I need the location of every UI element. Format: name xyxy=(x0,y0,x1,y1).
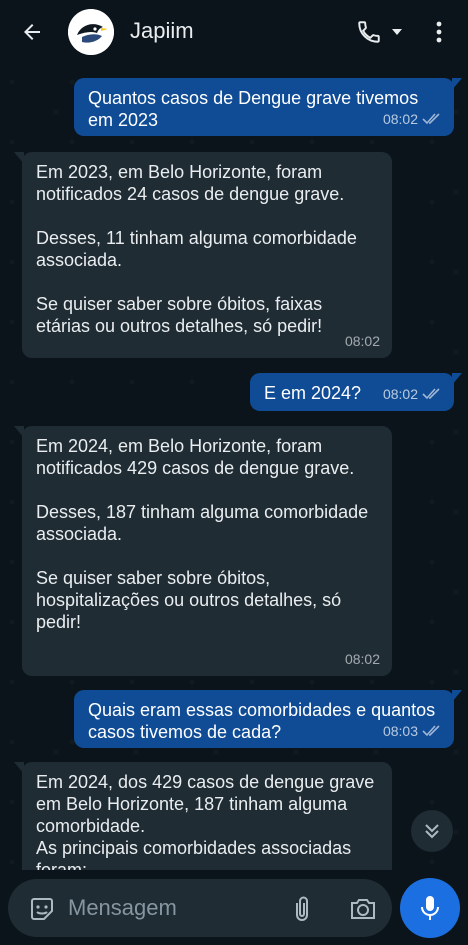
double-chevron-down-icon xyxy=(425,824,439,839)
contact-avatar[interactable] xyxy=(68,9,114,55)
message-text: Em 2023, em Belo Horizonte, foram notifi… xyxy=(36,162,357,336)
message-meta: 08:03 xyxy=(383,720,442,742)
microphone-icon xyxy=(421,896,439,920)
message-outgoing[interactable]: E em 2024? 08:02 xyxy=(250,373,462,411)
arrow-left-icon xyxy=(24,24,40,40)
message-text: Em 2024, dos 429 casos de dengue grave e… xyxy=(36,772,375,870)
sticker-icon[interactable] xyxy=(28,895,56,923)
message-time: 08:02 xyxy=(344,651,380,667)
message-time: 08:02 xyxy=(382,111,418,127)
message-incoming[interactable]: Em 2024, em Belo Horizonte, foram notifi… xyxy=(14,426,392,676)
more-options-button[interactable] xyxy=(426,14,452,50)
contact-name[interactable]: Japiim xyxy=(130,18,194,44)
message-text: Em 2024, em Belo Horizonte, foram notifi… xyxy=(36,436,369,632)
message-outgoing[interactable]: Quais eram essas comorbidades e quantos … xyxy=(74,690,462,748)
bubble-tail xyxy=(14,426,24,438)
double-check-icon xyxy=(422,113,440,125)
double-check-icon xyxy=(422,725,440,737)
message-meta: 08:02 xyxy=(345,648,380,670)
back-button[interactable] xyxy=(16,16,48,48)
message-list[interactable]: Quantos casos de Dengue grave tivemos em… xyxy=(0,64,468,870)
scroll-to-bottom-button[interactable] xyxy=(411,810,453,852)
phone-icon xyxy=(358,21,380,43)
message-input[interactable] xyxy=(68,893,268,923)
bubble-tail xyxy=(14,762,24,774)
message-meta: 08:02 xyxy=(345,330,380,352)
message-time: 08:02 xyxy=(344,333,380,349)
voice-call-button[interactable] xyxy=(356,16,412,48)
message-composer xyxy=(8,879,392,937)
message-incoming[interactable]: Em 2023, em Belo Horizonte, foram notifi… xyxy=(14,152,392,358)
chat-header: Japiim xyxy=(0,0,468,64)
bubble-tail xyxy=(452,373,462,385)
bubble-tail xyxy=(452,78,462,90)
bubble-tail xyxy=(14,152,24,164)
message-incoming[interactable]: Em 2024, dos 429 casos de dengue grave e… xyxy=(14,762,392,870)
camera-icon[interactable] xyxy=(348,894,378,924)
caret-down-icon xyxy=(392,29,402,35)
bubble-tail xyxy=(452,690,462,702)
message-time: 08:02 xyxy=(382,386,418,402)
voice-message-button[interactable] xyxy=(400,878,460,938)
double-check-icon xyxy=(422,388,440,400)
bird-avatar-icon xyxy=(68,9,114,55)
message-time: 08:03 xyxy=(382,723,418,739)
message-outgoing[interactable]: Quantos casos de Dengue grave tivemos em… xyxy=(74,78,462,136)
message-meta: 08:02 xyxy=(383,383,442,405)
more-vertical-icon xyxy=(436,21,442,43)
message-meta: 08:02 xyxy=(383,108,442,130)
paperclip-icon[interactable] xyxy=(288,894,316,924)
